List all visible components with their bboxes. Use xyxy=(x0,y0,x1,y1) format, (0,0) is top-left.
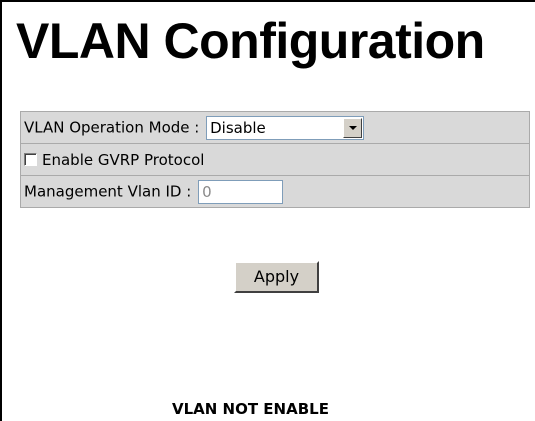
frame-top-border xyxy=(0,0,535,2)
gvrp-cell: Enable GVRP Protocol xyxy=(20,143,530,176)
operation-mode-select[interactable]: Disable xyxy=(206,115,365,140)
operation-mode-cell: VLAN Operation Mode : Disable xyxy=(20,111,530,144)
chevron-down-icon xyxy=(348,125,357,130)
gvrp-label: Enable GVRP Protocol xyxy=(42,150,205,169)
management-vlan-input[interactable]: 0 xyxy=(198,179,284,204)
operation-mode-label: VLAN Operation Mode : xyxy=(24,118,200,136)
frame-left-border xyxy=(0,0,2,421)
management-vlan-label: Management Vlan ID : xyxy=(24,182,192,200)
apply-button[interactable]: Apply xyxy=(234,261,319,293)
gvrp-row: Enable GVRP Protocol xyxy=(20,143,530,176)
page-title: VLAN Configuration xyxy=(16,13,485,69)
vlan-settings-table: VLAN Operation Mode : Disable Enable GVR… xyxy=(20,111,530,208)
operation-mode-row: VLAN Operation Mode : Disable xyxy=(20,111,530,144)
operation-mode-selected-value: Disable xyxy=(210,118,266,137)
vlan-config-page: VLAN Configuration VLAN Operation Mode :… xyxy=(0,0,535,421)
management-vlan-cell: Management Vlan ID : 0 xyxy=(20,175,530,208)
management-vlan-row: Management Vlan ID : 0 xyxy=(20,175,530,208)
vlan-status-message: VLAN NOT ENABLE xyxy=(172,400,329,418)
gvrp-checkbox[interactable] xyxy=(24,152,37,166)
dropdown-arrow-button[interactable] xyxy=(343,117,363,138)
